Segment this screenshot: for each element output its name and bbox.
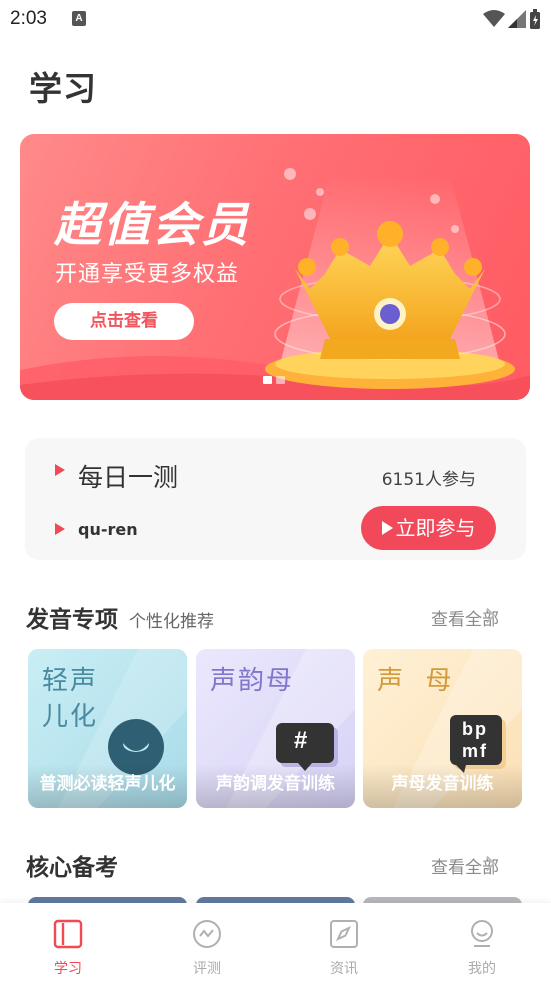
tab-mine-label: 我的: [468, 961, 496, 977]
bpmf-badge-line1: bp: [462, 719, 488, 739]
tab-mine[interactable]: 我的: [452, 919, 512, 978]
wave-circle-icon: [193, 920, 221, 948]
tile-caption: 普测必读轻声儿化: [28, 764, 187, 808]
banner-view-button[interactable]: 点击查看: [54, 303, 194, 340]
tab-study[interactable]: 学习: [38, 919, 98, 978]
banner-subtitle: 开通享受更多权益: [55, 262, 240, 287]
tile-initials[interactable]: 声 母 bp mf 声母发音训练: [363, 649, 522, 808]
tile-big-text: 声 母: [377, 666, 454, 696]
status-bar: 2:03 A: [0, 0, 551, 38]
join-now-button[interactable]: 立即参与: [361, 506, 496, 550]
bottom-tab-bar: 学习 评测 资讯 我的: [0, 903, 551, 981]
banner-pagination: [263, 376, 285, 384]
daily-title-marker-icon: [55, 464, 65, 476]
crown-icon: [265, 168, 515, 389]
membership-banner[interactable]: 超值会员 开通享受更多权益 点击查看: [20, 134, 530, 400]
core-section-title: 核心备考: [26, 855, 118, 881]
daily-participant-count: 6151人参与: [381, 470, 476, 490]
page-title: 学习: [29, 69, 97, 108]
daily-test-card[interactable]: 每日一测 6151人参与 qu-ren 立即参与: [25, 438, 526, 560]
tab-news[interactable]: 资讯: [314, 919, 374, 978]
battery-icon: [530, 9, 540, 29]
banner-dot[interactable]: [276, 376, 285, 384]
tab-news-label: 资讯: [330, 961, 358, 977]
tab-study-label: 学习: [54, 961, 82, 977]
tile-big-text: 声韵母: [210, 666, 295, 696]
bpmf-badge-line2: mf: [462, 741, 488, 761]
tab-assessment[interactable]: 评测: [177, 919, 237, 978]
play-icon: [381, 521, 393, 535]
wifi-icon: [483, 10, 505, 27]
daily-word: qu-ren: [78, 520, 138, 539]
tile-caption: 声母发音训练: [363, 764, 522, 808]
pronunciation-section-title: 发音专项: [26, 607, 118, 633]
status-time: 2:03: [10, 8, 47, 29]
daily-test-title: 每日一测: [78, 463, 179, 492]
tab-assessment-label: 评测: [193, 961, 221, 977]
person-icon: [471, 920, 493, 947]
join-now-label: 立即参与: [395, 516, 476, 540]
tile-neutral-tone[interactable]: 轻声 儿化 普测必读轻声儿化: [28, 649, 187, 808]
tile-big-text: 轻声 儿化: [42, 666, 99, 732]
banner-title: 超值会员: [54, 198, 250, 253]
banner-dot-active[interactable]: [263, 376, 272, 384]
pronunciation-section-subtitle: 个性化推荐: [129, 612, 214, 632]
status-indicators: [483, 9, 541, 29]
hash-badge-text: #: [294, 727, 308, 754]
compass-icon: [330, 920, 358, 948]
tile-initials-finals[interactable]: 声韵母 # 声韵调发音训练: [196, 649, 355, 808]
daily-word-marker-icon: [55, 523, 65, 535]
signal-icon: [508, 10, 526, 28]
book-icon: [53, 919, 83, 949]
notification-icon: A: [72, 11, 86, 26]
tile-caption: 声韵调发音训练: [196, 764, 355, 808]
